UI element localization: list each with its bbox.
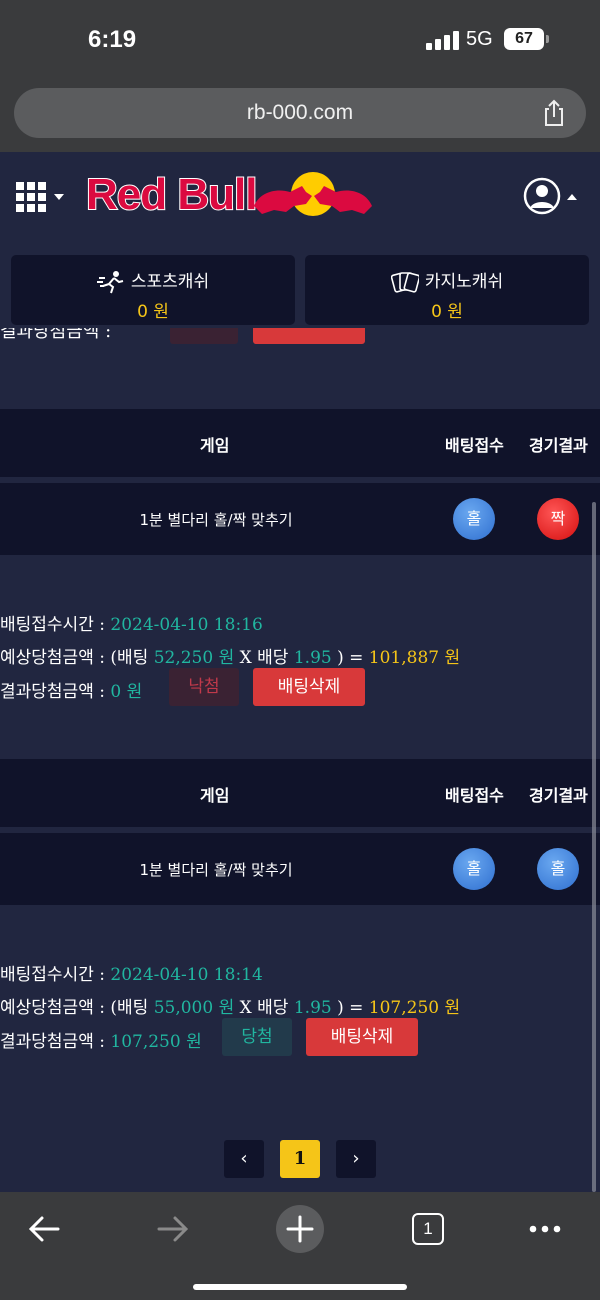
result-line: 결과당첨금액 : 0 원 xyxy=(0,682,143,702)
result-badge: 홀 xyxy=(537,848,579,890)
battery-cap xyxy=(546,35,549,43)
casino-cash-box[interactable]: 카지노캐쉬 0 원 xyxy=(305,255,589,325)
more-options-icon[interactable] xyxy=(520,1204,570,1254)
scrollbar[interactable] xyxy=(592,502,596,1192)
site-header: Red Bull xyxy=(0,152,600,240)
bet-pick-badge: 홀 xyxy=(453,848,495,890)
bulls-logo-icon xyxy=(254,172,372,216)
status-bar: 6:19 5G 67 xyxy=(0,0,600,80)
new-tab-plus-icon[interactable] xyxy=(275,1204,325,1254)
bet-amount: 55,000 원 xyxy=(153,998,235,1018)
bet-time-line: 배팅접수시간 : 2024-04-10 18:16 xyxy=(0,615,263,635)
browser-toolbar: 1 xyxy=(0,1192,600,1300)
user-avatar-icon[interactable] xyxy=(522,176,562,216)
site-content: Red Bull 스포츠캐쉬 0 원 카지노캐쉬 0 원 결과당첨금액: 게임… xyxy=(0,152,600,1192)
url-text[interactable]: rb-000.com xyxy=(14,101,586,125)
table-header: 게임 배팅접수 경기결과 xyxy=(0,759,600,827)
menu-grid-icon[interactable] xyxy=(16,182,46,212)
delete-bet-button[interactable]: 배팅삭제 xyxy=(253,668,365,706)
pagination-page-button[interactable]: 1 xyxy=(280,1140,320,1178)
sports-cash-label: 스포츠캐쉬 xyxy=(130,272,210,292)
tab-count: 1 xyxy=(412,1213,444,1245)
game-name: 1분 별다리 홀/짝 맞추기 xyxy=(139,861,293,879)
pagination-next-button[interactable]: › xyxy=(336,1140,376,1178)
back-arrow-icon[interactable] xyxy=(20,1204,70,1254)
bet-amount: 52,250 원 xyxy=(153,648,235,668)
previous-result-text: 결과당첨금액 : xyxy=(0,328,112,342)
col-bet-accept: 배팅접수 xyxy=(445,786,504,805)
odds: 1.95 xyxy=(293,648,332,668)
status-badge-lose: 낙첨 xyxy=(169,668,239,706)
status-time: 6:19 xyxy=(88,26,137,53)
chevron-up-icon[interactable] xyxy=(567,194,577,200)
odds: 1.95 xyxy=(293,998,332,1018)
result-amount: 0 원 xyxy=(110,682,143,702)
previous-entry-cutoff: 결과당첨금액 : xyxy=(0,328,600,346)
forward-arrow-icon xyxy=(157,1216,189,1242)
sports-cash-box[interactable]: 스포츠캐쉬 0 원 xyxy=(11,255,295,325)
home-indicator xyxy=(193,1284,407,1290)
result-badge: 짝 xyxy=(537,498,579,540)
expected-line: 예상당첨금액 : (배팅 52,250 원 X 배당 1.95 ) = 101,… xyxy=(0,648,461,668)
sports-cash-value: 0 원 xyxy=(137,302,169,322)
result-amount: 107,250 원 xyxy=(110,1032,202,1052)
col-result: 경기결과 xyxy=(529,786,588,805)
runner-icon xyxy=(96,271,124,294)
previous-delete-button[interactable] xyxy=(253,328,365,344)
signal-icon xyxy=(426,30,460,50)
expected-amount: 107,250 원 xyxy=(368,998,461,1018)
bet-time-line: 배팅접수시간 : 2024-04-10 18:14 xyxy=(0,965,263,985)
battery-icon: 67 xyxy=(504,28,544,50)
network-type: 5G xyxy=(466,28,493,50)
tabs-icon[interactable]: 1 xyxy=(403,1204,453,1254)
delete-bet-button[interactable]: 배팅삭제 xyxy=(306,1018,418,1056)
col-result: 경기결과 xyxy=(529,436,588,455)
col-game: 게임 xyxy=(200,786,230,805)
casino-cash-label: 카지노캐쉬 xyxy=(424,272,504,292)
table-row: 1분 별다리 홀/짝 맞추기 홀 홀 xyxy=(0,833,600,905)
status-badge-win: 당첨 xyxy=(222,1018,292,1056)
share-icon[interactable] xyxy=(540,99,568,127)
expected-amount: 101,887 원 xyxy=(368,648,461,668)
playing-cards-icon xyxy=(390,272,419,293)
address-bar[interactable]: rb-000.com xyxy=(14,88,586,138)
bet-pick-badge: 홀 xyxy=(453,498,495,540)
col-bet-accept: 배팅접수 xyxy=(445,436,504,455)
logo[interactable]: Red Bull xyxy=(85,169,258,220)
chevron-down-icon[interactable] xyxy=(54,194,64,200)
bet-time: 2024-04-10 18:14 xyxy=(110,965,263,985)
casino-cash-value: 0 원 xyxy=(431,302,463,322)
table-row: 1분 별다리 홀/짝 맞추기 홀 짝 xyxy=(0,483,600,555)
browser-address-area: rb-000.com xyxy=(0,80,600,152)
table-header: 게임 배팅접수 경기결과 xyxy=(0,409,600,477)
result-line: 결과당첨금액 : 107,250 원 xyxy=(0,1032,202,1052)
expected-line: 예상당첨금액 : (배팅 55,000 원 X 배당 1.95 ) = 107,… xyxy=(0,998,461,1018)
col-game: 게임 xyxy=(200,436,230,455)
game-name: 1분 별다리 홀/짝 맞추기 xyxy=(139,511,293,529)
bet-time: 2024-04-10 18:16 xyxy=(110,615,263,635)
pagination-prev-button[interactable]: ‹ xyxy=(224,1140,264,1178)
previous-status-badge xyxy=(170,328,238,344)
